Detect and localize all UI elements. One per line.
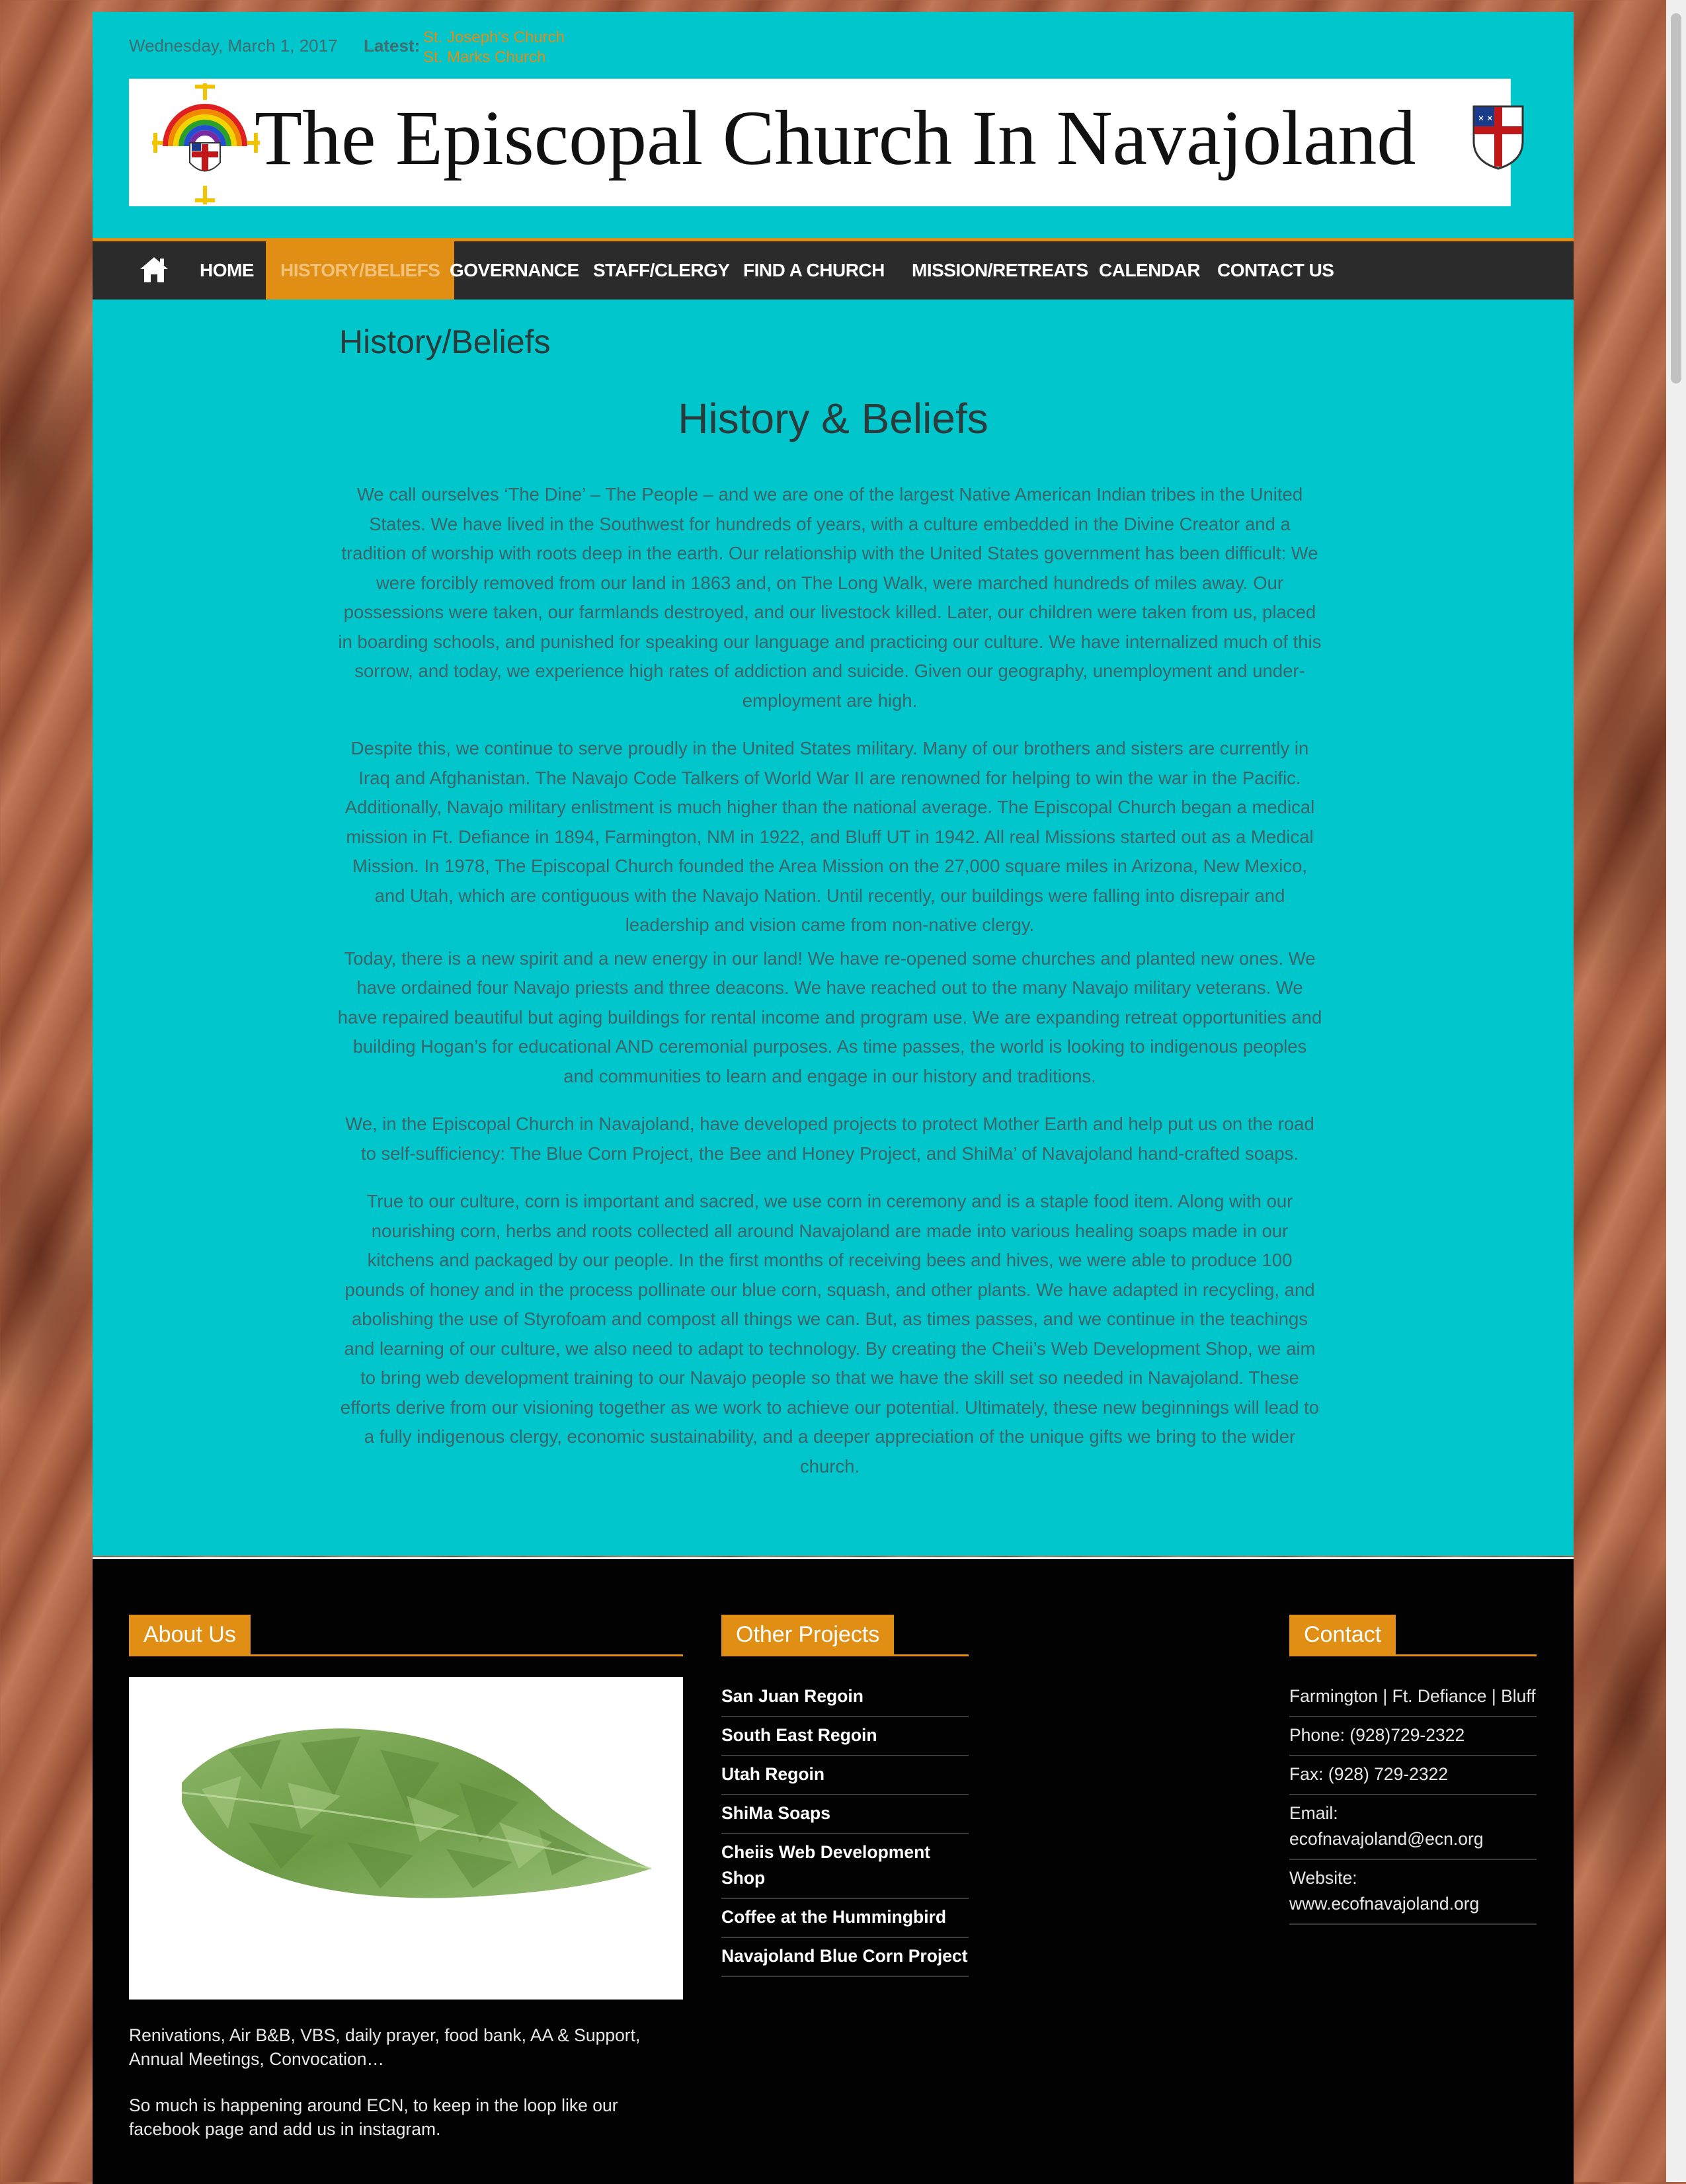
leaf-illustration [181, 1728, 652, 1898]
article-paragraph: Today, there is a new spirit and a new e… [337, 948, 1322, 1086]
article-paragraph: Despite this, we continue to serve proud… [344, 738, 1315, 935]
about-us-text: Renivations, Air B&B, VBS, daily prayer,… [129, 2023, 671, 2164]
about-text-paragraph: So much is happening around ECN, to keep… [129, 2095, 618, 2139]
contact-locations: Farmington | Ft. Defiance | Bluff [1289, 1678, 1537, 1717]
scrollbar-thumb[interactable] [1671, 13, 1681, 384]
nav-item-governance[interactable]: GOVERNANCE [435, 241, 594, 300]
svg-text:✕ ✕: ✕ ✕ [1478, 114, 1493, 123]
page-heading: History/Beliefs [339, 323, 551, 360]
contact-widget-title: Contact [1289, 1615, 1537, 1656]
nav-item-mission-retreats[interactable]: MISSION/RETREATS [897, 241, 1103, 300]
article-title: History & Beliefs [678, 395, 988, 442]
site-title: The Episcopal Church In Navajoland [255, 95, 1416, 181]
nav-item-history-beliefs[interactable]: HISTORY/BELIEFS [266, 241, 455, 300]
about-us-heading: About Us [129, 1615, 251, 1654]
latest-label: Latest: [364, 36, 421, 56]
other-projects-list: San Juan Regoin South East Regoin Utah R… [721, 1678, 969, 1977]
nav-item-find-a-church[interactable]: FIND A CHURCH [729, 241, 899, 300]
project-link-shima-soaps[interactable]: ShiMa Soaps [721, 1795, 969, 1834]
footer: About Us Renivations, Air B&B, VBS, dail… [93, 1557, 1574, 2184]
current-date: Wednesday, March 1, 2017 [129, 36, 338, 56]
nav-item-home[interactable]: HOME [185, 241, 268, 300]
nav-item-calendar[interactable]: CALENDAR [1084, 241, 1215, 300]
article-paragraph: True to our culture, corn is important a… [340, 1191, 1320, 1476]
contact-list: Farmington | Ft. Defiance | Bluff Phone:… [1289, 1678, 1537, 1925]
ticker-link[interactable]: St. Joseph's Church [423, 28, 622, 48]
green-leaf-image [129, 1677, 683, 2000]
contact-email[interactable]: Email: ecofnavajoland@ecn.org [1289, 1795, 1537, 1860]
news-ticker: St. Joseph's Church St. Marks Church [423, 28, 622, 66]
article-body: We call ourselves ‘The Dine’ – The Peopl… [337, 480, 1322, 1500]
project-link-cheiis-web[interactable]: Cheiis Web Development Shop [721, 1834, 969, 1899]
about-us-widget-title: About Us [129, 1615, 683, 1656]
content-area: Wednesday, March 1, 2017 Latest: St. Jos… [93, 12, 1574, 1556]
article-paragraph: We call ourselves ‘The Dine’ – The Peopl… [338, 484, 1322, 711]
page-scrollbar[interactable] [1666, 0, 1686, 2182]
article-paragraph: We, in the Episcopal Church in Navajolan… [345, 1113, 1314, 1164]
project-link-san-juan[interactable]: San Juan Regoin [721, 1678, 969, 1717]
contact-heading: Contact [1289, 1615, 1396, 1654]
ticker-link[interactable]: St. Marks Church [423, 48, 622, 66]
project-link-blue-corn[interactable]: Navajoland Blue Corn Project [721, 1938, 969, 1977]
other-projects-widget-title: Other Projects [721, 1615, 969, 1656]
nav-item-staff-clergy[interactable]: STAFF/CLERGY [579, 241, 744, 300]
home-icon[interactable] [139, 255, 169, 285]
project-link-coffee[interactable]: Coffee at the Hummingbird [721, 1899, 969, 1938]
other-projects-heading: Other Projects [721, 1615, 895, 1654]
main-navigation: HOME HISTORY/BELIEFS GOVERNANCE STAFF/CL… [93, 238, 1574, 300]
contact-phone[interactable]: Phone: (928)729-2322 [1289, 1717, 1537, 1756]
contact-website[interactable]: Website: www.ecofnavajoland.org [1289, 1860, 1537, 1925]
about-text-paragraph: Renivations, Air B&B, VBS, daily prayer,… [129, 2025, 641, 2069]
nav-item-contact-us[interactable]: CONTACT US [1203, 241, 1348, 300]
page-wrapper: Wednesday, March 1, 2017 Latest: St. Jos… [93, 12, 1574, 2184]
episcopal-shield-icon: ✕ ✕ [1472, 105, 1524, 170]
project-link-south-east[interactable]: South East Regoin [721, 1717, 969, 1756]
project-link-utah[interactable]: Utah Regoin [721, 1756, 969, 1795]
rainbow-cross-emblem-icon [152, 83, 260, 204]
site-logo-banner[interactable]: The Episcopal Church In Navajoland ✕ ✕ [129, 79, 1524, 206]
contact-fax: Fax: (928) 729-2322 [1289, 1756, 1537, 1795]
